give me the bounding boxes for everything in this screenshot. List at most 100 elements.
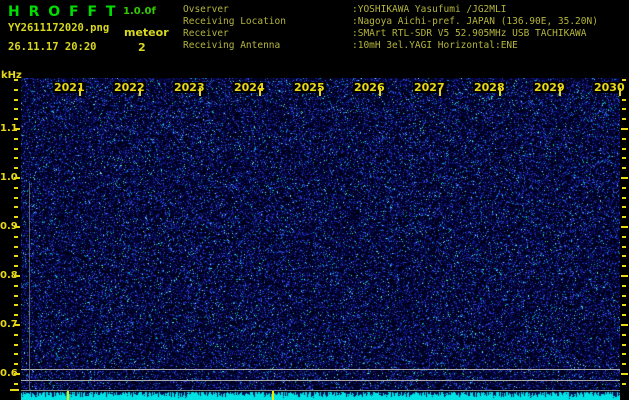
freq-minor-tick-left bbox=[14, 167, 18, 169]
freq-minor-tick-left bbox=[14, 197, 18, 199]
minute-tick bbox=[319, 88, 321, 96]
freq-axis-end-tick bbox=[10, 389, 19, 391]
freq-minor-tick-right bbox=[622, 99, 626, 101]
hrofft-window: H R O F F T 1.0.0f YY2611172020.png mete… bbox=[0, 0, 629, 400]
ref-line-3 bbox=[21, 390, 620, 391]
freq-minor-tick-right bbox=[622, 167, 626, 169]
freq-minor-tick-right bbox=[622, 304, 626, 306]
info-row: Receiving Location:Nagoya Aichi-pref. JA… bbox=[183, 16, 598, 28]
freq-minor-tick-right bbox=[622, 334, 626, 336]
freq-minor-tick-right bbox=[622, 265, 626, 267]
freq-minor-tick-right bbox=[622, 363, 626, 365]
freq-minor-tick-left bbox=[14, 314, 18, 316]
freq-minor-tick-right bbox=[622, 108, 626, 110]
minute-tick bbox=[499, 88, 501, 96]
minute-tick bbox=[199, 88, 201, 96]
freq-minor-tick-left bbox=[14, 255, 18, 257]
info-value: :SMArt RTL-SDR V5 52.905MHz USB TACHIKAW… bbox=[352, 28, 587, 39]
freq-major-tick-right bbox=[621, 324, 628, 326]
freq-axis-label: 1.1 bbox=[0, 123, 14, 134]
freq-axis-label: 0.6 bbox=[0, 368, 14, 379]
info-label: Receiving Location bbox=[183, 16, 352, 28]
freq-major-tick-left bbox=[14, 128, 20, 130]
freq-axis-unit: kHz bbox=[1, 70, 22, 81]
freq-major-tick-left bbox=[14, 177, 20, 179]
freq-minor-tick-right bbox=[622, 216, 626, 218]
freq-minor-tick-left bbox=[14, 99, 18, 101]
output-filename: YY2611172020.png bbox=[8, 22, 109, 34]
freq-minor-tick-left bbox=[14, 206, 18, 208]
spectrogram-canvas bbox=[21, 78, 620, 400]
freq-axis-label: 1.0 bbox=[0, 172, 14, 183]
meteor-marker bbox=[272, 391, 274, 400]
freq-minor-tick-right bbox=[622, 285, 626, 287]
freq-minor-tick-right bbox=[622, 157, 626, 159]
freq-minor-tick-right bbox=[622, 236, 626, 238]
minute-tick bbox=[259, 88, 261, 96]
freq-major-tick-right bbox=[621, 275, 628, 277]
freq-minor-tick-right bbox=[622, 295, 626, 297]
minute-tick bbox=[79, 88, 81, 96]
freq-minor-tick-left bbox=[14, 363, 18, 365]
freq-minor-tick-right bbox=[622, 138, 626, 140]
freq-major-tick-left bbox=[14, 275, 20, 277]
ref-line-1 bbox=[21, 369, 620, 370]
freq-major-tick-right bbox=[621, 177, 628, 179]
freq-minor-tick-right bbox=[622, 383, 626, 385]
freq-major-tick-left bbox=[14, 324, 20, 326]
left-edge-line bbox=[29, 183, 30, 390]
freq-minor-tick-left bbox=[14, 108, 18, 110]
mode-label: meteor bbox=[124, 26, 169, 39]
freq-minor-tick-left bbox=[14, 187, 18, 189]
freq-major-tick-left bbox=[14, 373, 20, 375]
freq-minor-tick-right bbox=[622, 344, 626, 346]
freq-minor-tick-left bbox=[14, 79, 18, 81]
minute-tick bbox=[379, 88, 381, 96]
freq-minor-tick-right bbox=[622, 206, 626, 208]
info-value: :10mH 3el.YAGI Horizontal:ENE bbox=[352, 40, 518, 51]
freq-minor-tick-right bbox=[622, 197, 626, 199]
info-row: Ovserver:YOSHIKAWA Yasufumi /JG2MLI bbox=[183, 4, 506, 16]
freq-axis-label: 0.8 bbox=[0, 270, 14, 281]
freq-major-tick-right bbox=[621, 226, 628, 228]
freq-minor-tick-left bbox=[14, 246, 18, 248]
freq-minor-tick-left bbox=[14, 236, 18, 238]
freq-major-tick-right bbox=[621, 128, 628, 130]
info-label: Receiver bbox=[183, 28, 352, 40]
freq-minor-tick-left bbox=[14, 148, 18, 150]
info-label: Receiving Antenna bbox=[183, 40, 352, 52]
freq-major-tick-left bbox=[14, 226, 20, 228]
freq-minor-tick-right bbox=[622, 148, 626, 150]
freq-minor-tick-left bbox=[14, 334, 18, 336]
meteor-count: 2 bbox=[138, 41, 146, 54]
freq-minor-tick-left bbox=[14, 89, 18, 91]
meteor-marker bbox=[67, 391, 69, 400]
minute-tick bbox=[619, 88, 621, 96]
info-value: :Nagoya Aichi-pref. JAPAN (136.90E, 35.2… bbox=[352, 16, 598, 27]
freq-minor-tick-right bbox=[622, 246, 626, 248]
minute-tick bbox=[139, 88, 141, 96]
freq-minor-tick-right bbox=[622, 314, 626, 316]
freq-minor-tick-left bbox=[14, 353, 18, 355]
freq-minor-tick-left bbox=[14, 295, 18, 297]
freq-minor-tick-right bbox=[622, 118, 626, 120]
info-label: Ovserver bbox=[183, 4, 352, 16]
freq-minor-tick-left bbox=[14, 285, 18, 287]
freq-minor-tick-left bbox=[14, 138, 18, 140]
freq-axis-label: 0.9 bbox=[0, 221, 14, 232]
app-version: 1.0.0f bbox=[123, 6, 156, 17]
app-title: H R O F F T bbox=[8, 4, 117, 20]
freq-major-tick-right bbox=[621, 373, 628, 375]
info-row: Receiving Antenna:10mH 3el.YAGI Horizont… bbox=[183, 40, 518, 52]
freq-minor-tick-left bbox=[14, 265, 18, 267]
freq-minor-tick-right bbox=[622, 187, 626, 189]
freq-minor-tick-left bbox=[14, 157, 18, 159]
freq-axis-label: 0.7 bbox=[0, 319, 14, 330]
freq-minor-tick-left bbox=[14, 383, 18, 385]
freq-minor-tick-right bbox=[622, 353, 626, 355]
freq-minor-tick-left bbox=[14, 304, 18, 306]
freq-minor-tick-right bbox=[622, 255, 626, 257]
info-value: :YOSHIKAWA Yasufumi /JG2MLI bbox=[352, 4, 506, 15]
minute-tick bbox=[439, 88, 441, 96]
freq-minor-tick-left bbox=[14, 118, 18, 120]
